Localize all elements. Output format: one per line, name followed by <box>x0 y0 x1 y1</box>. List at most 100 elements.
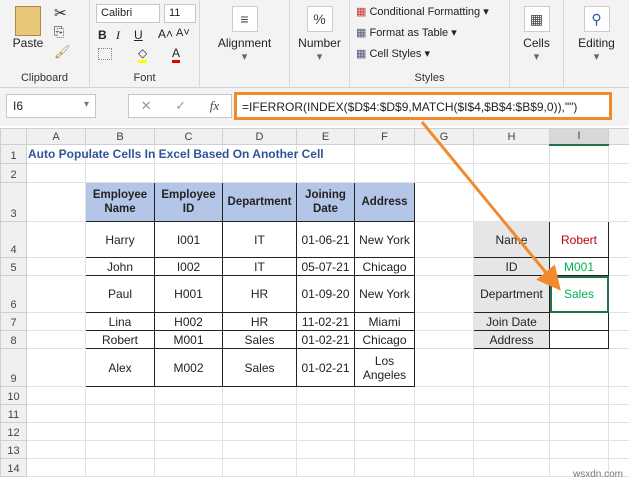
table-cell[interactable]: Los Angeles <box>354 348 415 387</box>
cell[interactable] <box>85 163 155 183</box>
table-cell[interactable]: 05-07-21 <box>296 257 355 276</box>
cell[interactable] <box>414 330 474 349</box>
column-header-C[interactable]: C <box>154 128 223 145</box>
chevron-down-icon[interactable]: ▾ <box>84 99 89 110</box>
cell[interactable] <box>26 440 86 459</box>
lookup-label[interactable]: Department <box>473 275 550 313</box>
editing-group[interactable]: ⚲ Editing ▾ <box>564 0 629 88</box>
table-header[interactable]: Address <box>354 182 415 222</box>
lookup-label[interactable]: Join Date <box>473 312 550 331</box>
cell[interactable] <box>222 440 297 459</box>
cell[interactable] <box>154 404 223 423</box>
table-cell[interactable]: IT <box>222 257 297 276</box>
cell[interactable] <box>296 386 355 405</box>
cell[interactable] <box>549 144 609 164</box>
cell[interactable] <box>608 440 629 459</box>
cell[interactable] <box>473 163 550 183</box>
column-header-D[interactable]: D <box>222 128 297 145</box>
underline-button[interactable]: U <box>134 28 143 42</box>
lookup-value[interactable]: M001 <box>549 257 609 276</box>
cell[interactable] <box>154 458 223 477</box>
cell[interactable] <box>85 458 155 477</box>
cell[interactable] <box>608 330 629 349</box>
cell[interactable] <box>154 422 223 441</box>
cell[interactable] <box>473 458 550 477</box>
fill-color-button[interactable]: ◇ <box>138 46 148 63</box>
table-cell[interactable]: John <box>85 257 155 276</box>
cell[interactable] <box>608 182 629 222</box>
column-header-A[interactable]: A <box>26 128 86 145</box>
format-painter-icon[interactable]: 🖌 <box>54 44 71 60</box>
cell[interactable] <box>296 404 355 423</box>
column-header-extra[interactable] <box>608 128 629 145</box>
cell[interactable] <box>354 386 415 405</box>
lookup-value[interactable] <box>549 330 609 349</box>
cell[interactable] <box>414 440 474 459</box>
cells-group[interactable]: ▦ Cells ▾ <box>510 0 564 88</box>
table-cell[interactable]: Miami <box>354 312 415 331</box>
cell[interactable] <box>414 144 474 164</box>
formula-input[interactable]: =IFERROR(INDEX($D$4:$D$9,MATCH($I$4,$B$4… <box>234 92 612 120</box>
row-header-6[interactable]: 6 <box>0 275 27 313</box>
cell[interactable] <box>26 404 86 423</box>
table-header[interactable]: Employee Name <box>85 182 155 222</box>
borders-icon[interactable] <box>98 48 112 60</box>
cell[interactable] <box>414 404 474 423</box>
sheet-title[interactable]: Auto Populate Cells In Excel Based On An… <box>26 144 324 164</box>
cell[interactable] <box>414 348 474 387</box>
cell[interactable] <box>222 458 297 477</box>
fx-icon[interactable]: fx <box>210 98 219 114</box>
table-cell[interactable]: New York <box>354 221 415 258</box>
table-cell[interactable]: 01-02-21 <box>296 348 355 387</box>
table-cell[interactable]: I001 <box>154 221 223 258</box>
cell[interactable] <box>296 440 355 459</box>
cell[interactable] <box>414 221 474 258</box>
table-cell[interactable]: M001 <box>154 330 223 349</box>
row-header-13[interactable]: 13 <box>0 440 27 459</box>
cell[interactable] <box>354 163 415 183</box>
column-header-I[interactable]: I <box>549 128 609 146</box>
lookup-value[interactable] <box>549 312 609 331</box>
cell[interactable] <box>26 330 86 349</box>
column-header-H[interactable]: H <box>473 128 550 145</box>
cell[interactable] <box>414 257 474 276</box>
italic-button[interactable]: I <box>116 28 120 43</box>
row-header-5[interactable]: 5 <box>0 257 27 276</box>
table-cell[interactable]: H002 <box>154 312 223 331</box>
column-header-B[interactable]: B <box>85 128 155 145</box>
cell[interactable] <box>608 275 629 313</box>
table-cell[interactable]: H001 <box>154 275 223 313</box>
row-header-7[interactable]: 7 <box>0 312 27 331</box>
table-cell[interactable]: M002 <box>154 348 223 387</box>
row-header-9[interactable]: 9 <box>0 348 27 387</box>
cell[interactable] <box>26 221 86 258</box>
spreadsheet-grid[interactable]: A B C D E F G H I 1 Auto Populate Cells In Excel B… <box>0 128 629 477</box>
cancel-icon[interactable]: ✕ <box>141 98 152 114</box>
cell[interactable] <box>608 144 629 164</box>
cell[interactable] <box>26 257 86 276</box>
active-cell-i6[interactable]: Sales <box>549 275 609 313</box>
table-cell[interactable]: HR <box>222 275 297 313</box>
cell[interactable] <box>222 163 297 183</box>
cut-icon[interactable]: ✂ <box>54 4 67 22</box>
cell[interactable] <box>354 404 415 423</box>
cell[interactable] <box>85 386 155 405</box>
row-header-4[interactable]: 4 <box>0 221 27 258</box>
table-cell[interactable]: Sales <box>222 330 297 349</box>
cell[interactable] <box>473 386 550 405</box>
cell[interactable] <box>608 221 629 258</box>
cell[interactable] <box>85 422 155 441</box>
table-cell[interactable]: Lina <box>85 312 155 331</box>
enter-icon[interactable]: ✓ <box>175 98 186 114</box>
cell[interactable] <box>414 386 474 405</box>
cell[interactable] <box>354 440 415 459</box>
column-header-G[interactable]: G <box>414 128 474 145</box>
lookup-label[interactable]: Address <box>473 330 550 349</box>
table-cell[interactable]: Paul <box>85 275 155 313</box>
cell[interactable] <box>296 163 355 183</box>
lookup-label[interactable]: ID <box>473 257 550 276</box>
shrink-font-button[interactable]: A˅ <box>176 27 190 39</box>
row-header-14[interactable]: 14 <box>0 458 27 477</box>
table-cell[interactable]: Sales <box>222 348 297 387</box>
cell[interactable] <box>549 422 609 441</box>
